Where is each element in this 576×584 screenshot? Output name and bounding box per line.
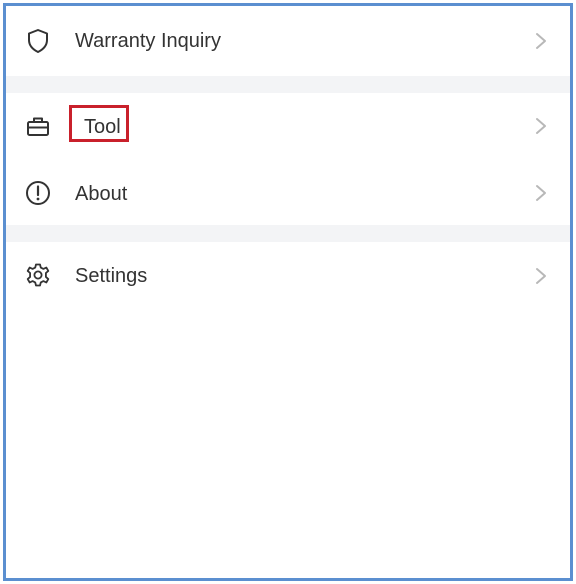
section-separator (6, 76, 570, 93)
chevron-right-icon (534, 266, 548, 286)
info-circle-icon (24, 179, 52, 207)
chevron-right-icon (534, 116, 548, 136)
menu-item-label: Tool (84, 116, 121, 138)
menu-item-label: Settings (75, 265, 148, 287)
menu-item-tool[interactable]: Tool (6, 93, 570, 159)
toolbox-icon (24, 112, 52, 140)
chevron-right-icon (534, 183, 548, 203)
section-separator (6, 225, 570, 242)
menu-item-about[interactable]: About (6, 159, 570, 225)
settings-menu-panel: Warranty Inquiry Tool About Settings (3, 3, 573, 581)
menu-item-warranty-inquiry[interactable]: Warranty Inquiry (6, 6, 570, 76)
gear-icon (24, 261, 52, 289)
chevron-right-icon (534, 31, 548, 51)
menu-item-settings[interactable]: Settings (6, 242, 570, 308)
shield-icon (24, 27, 52, 55)
menu-item-label: About (75, 183, 128, 205)
menu-item-label: Warranty Inquiry (75, 30, 221, 52)
